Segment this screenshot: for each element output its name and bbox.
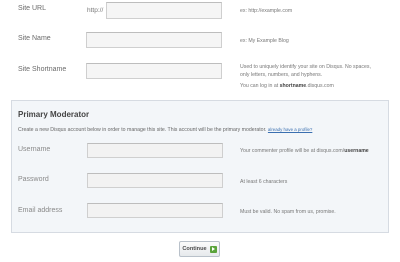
site-url-label: Site URL [18, 5, 47, 12]
site-shortname-input[interactable] [86, 63, 222, 79]
primary-moderator-title: Primary Moderator [18, 110, 90, 119]
login-hint-suffix: .disqus.com [306, 83, 334, 89]
username-input[interactable] [87, 143, 223, 158]
site-url-help: ex: http://example.com [240, 8, 293, 14]
site-name-label: Site Name [18, 35, 51, 42]
username-help-bold: username [344, 148, 369, 154]
password-label: Password [18, 176, 49, 183]
site-url-input[interactable] [106, 2, 222, 19]
site-shortname-help-line-1: Used to uniquely identify your site on D… [240, 64, 371, 70]
site-name-input[interactable] [86, 32, 222, 48]
already-have-profile-link[interactable]: already have a profile? [268, 127, 312, 132]
login-hint-shortname: shortname [279, 83, 307, 89]
email-help: Must be valid. No spam from us, promise. [240, 209, 336, 215]
site-shortname-login-hint: You can log in at shortname.disqus.com [240, 82, 334, 90]
primary-moderator-description: Create a new Disqus account below in ord… [18, 127, 312, 133]
moderator-description-text: Create a new Disqus account below in ord… [18, 127, 267, 133]
site-shortname-help: Used to uniquely identify your site on D… [240, 63, 390, 79]
continue-button[interactable]: Continue [179, 241, 220, 257]
site-url-prefix: http:// [87, 7, 104, 14]
username-help-prefix: Your commenter profile will be at disqus… [240, 148, 345, 154]
site-shortname-label: Site Shortname [18, 66, 67, 73]
email-input[interactable] [87, 203, 223, 218]
arrow-right-icon [209, 245, 217, 253]
site-name-help: ex: My Example Blog [240, 38, 289, 44]
site-shortname-help-line-2: only letters, numbers, and hyphens. [240, 72, 323, 79]
login-hint-prefix: You can log in at [240, 83, 280, 89]
username-label: Username [18, 146, 51, 153]
continue-label: Continue [182, 246, 207, 252]
password-help: At least 6 characters [240, 179, 288, 185]
username-help: Your commenter profile will be at disqus… [240, 147, 369, 155]
email-label: Email address [18, 207, 63, 214]
password-input[interactable] [87, 173, 223, 188]
